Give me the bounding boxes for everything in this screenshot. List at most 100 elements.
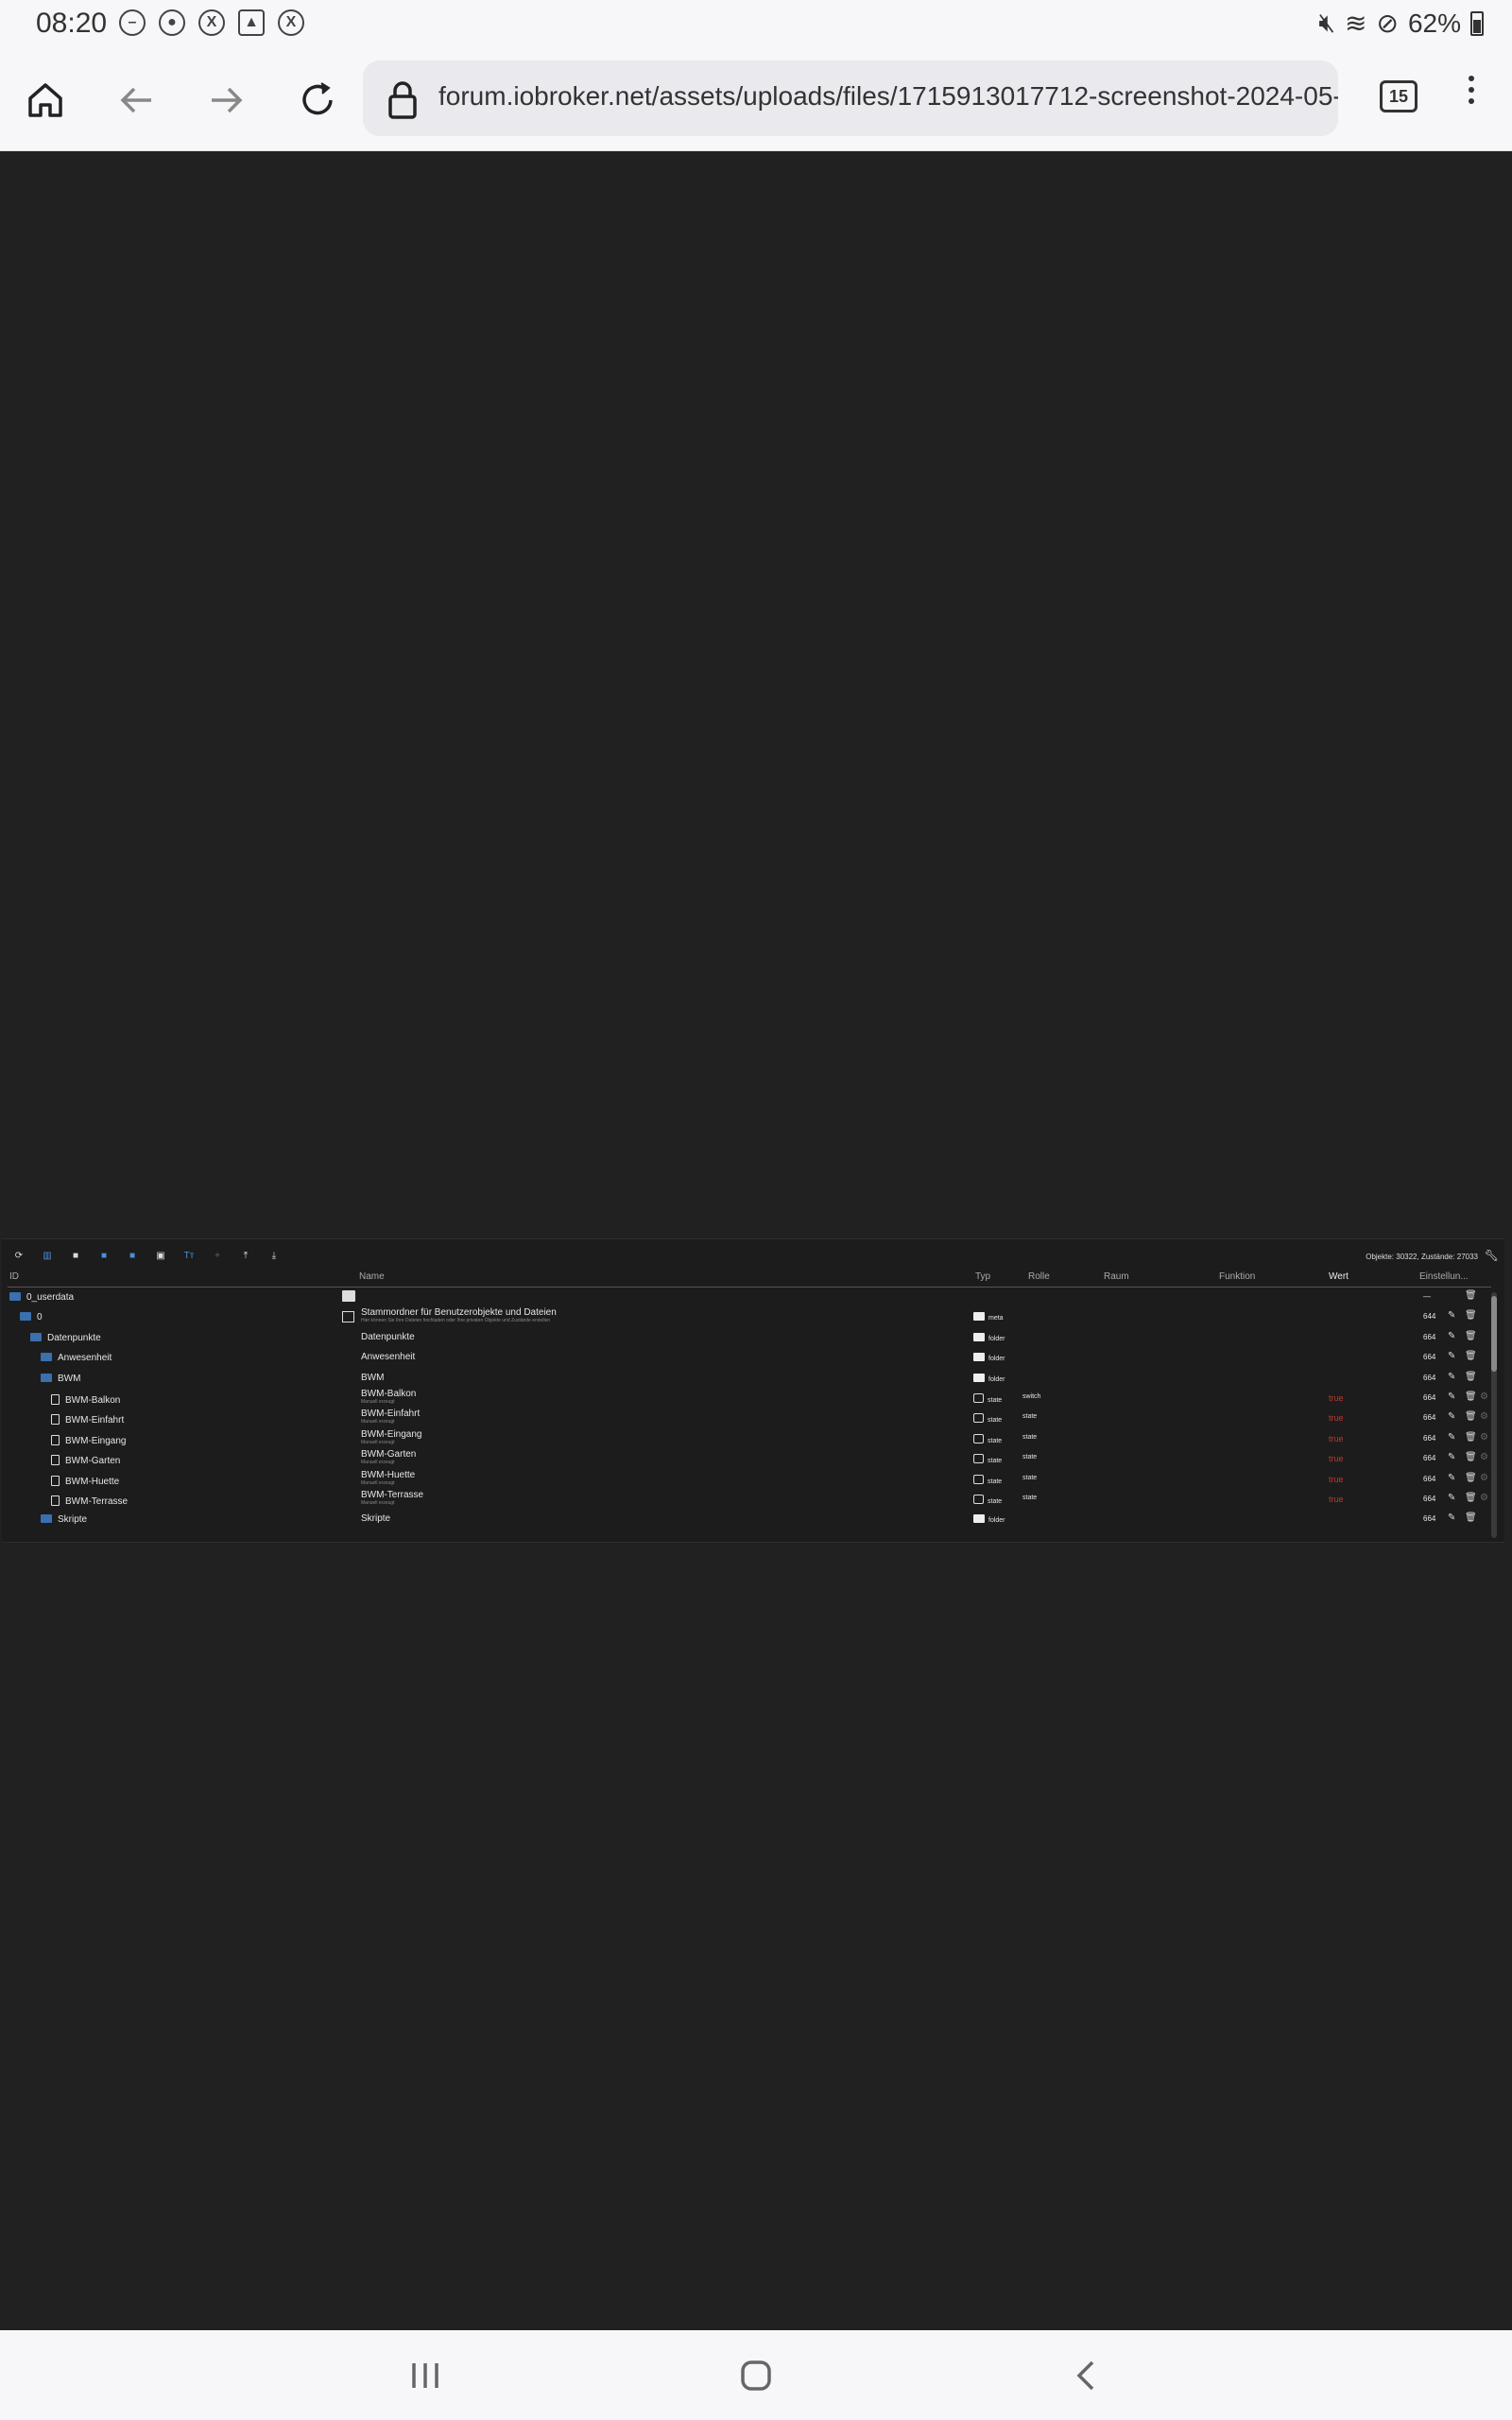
forward-button[interactable] [200,74,253,127]
row-id: 0_userdata [9,1291,74,1303]
folder-type-icon [973,1332,985,1341]
folder-icon [41,1353,52,1362]
mute-icon: 🔇︎ [1318,8,1336,37]
delete-icon[interactable]: 🗑︎ [1465,1512,1477,1523]
address-bar[interactable]: forum.iobroker.net/assets/uploads/files/… [363,60,1338,136]
gear-icon[interactable]: ⚙ [1480,1432,1488,1443]
row-type-label: folder [988,1356,1005,1363]
row-name: BWM-Eingang [361,1428,422,1440]
row-value[interactable]: true [1329,1454,1344,1463]
state-icon [973,1413,984,1424]
edit-icon[interactable]: ✎ [1448,1411,1455,1422]
folder-type-icon [973,1514,985,1524]
edit-icon[interactable]: ✎ [1448,1331,1455,1341]
overflow-menu-button[interactable] [1469,76,1478,110]
edit-icon[interactable]: ✎ [1448,1351,1455,1361]
chevron-left-icon [1076,2360,1094,2391]
delete-icon[interactable]: 🗑︎ [1465,1473,1477,1483]
home-button[interactable] [19,74,72,127]
col-settings: Einstellun... [1419,1271,1469,1282]
table-row[interactable]: BWM-Terrasse BWM-Terrasse Manuell erzeugt s… [2,1490,1504,1511]
home-nav-button[interactable] [728,2357,784,2394]
recents-button[interactable] [397,2357,454,2394]
iobroker-objects-screenshot: ⟳ ▥ ■ ■ ■ ▣ Tт + ⤒ ⤓ Objekte: 30322, Zus… [2,1238,1504,1543]
file-icon [51,1394,60,1405]
delete-icon[interactable]: 🗑︎ [1465,1432,1477,1443]
row-type-label: folder [988,1335,1005,1342]
delete-icon[interactable]: 🗑︎ [1465,1310,1477,1321]
edit-icon[interactable]: ✎ [1448,1493,1455,1503]
folder-icon [9,1292,21,1301]
image-viewer[interactable]: ⟳ ▥ ■ ■ ■ ▣ Tт + ⤒ ⤓ Objekte: 30322, Zus… [0,151,1512,2330]
row-value[interactable]: true [1329,1434,1344,1443]
delete-icon[interactable]: 🗑︎ [1465,1493,1477,1503]
row-permissions: 664 [1423,1433,1436,1443]
battery-level: 62% [1407,8,1461,38]
edit-icon[interactable]: ✎ [1448,1372,1455,1382]
row-type: folder [973,1513,1005,1524]
row-name: Stammordner für Benutzerobjekte und Date… [361,1307,557,1319]
row-type: folder [973,1352,1005,1362]
reload-button[interactable] [291,74,344,127]
row-permissions: 664 [1423,1332,1436,1341]
delete-icon[interactable]: 🗑︎ [1465,1411,1477,1422]
edit-icon[interactable]: ✎ [1448,1512,1455,1523]
table-row[interactable]: BWM BWM folder 664 ✎ 🗑︎ [2,1370,1504,1390]
dnd-icon: – [119,9,146,36]
row-id-label: 0_userdata [26,1292,75,1303]
edit-icon[interactable]: ✎ [1448,1392,1455,1402]
table-row[interactable]: Anwesenheit Anwesenheit folder 664 ✎ 🗑︎ [2,1349,1504,1369]
row-type: state [973,1412,1002,1424]
row-value[interactable]: true [1329,1475,1344,1484]
row-role: state [1022,1413,1038,1421]
table-row[interactable]: BWM-Balkon BWM-Balkon Manuell erzeugt state… [2,1389,1504,1409]
table-row[interactable]: BWM-Garten BWM-Garten Manuell erzeugt state… [2,1449,1504,1470]
file-icon [51,1414,60,1426]
delete-icon[interactable]: 🗑︎ [1465,1452,1477,1462]
row-type-label: state [988,1498,1003,1505]
row-id-label: BWM-Garten [65,1456,121,1467]
row-value[interactable]: true [1329,1495,1344,1504]
table-row[interactable]: 0_userdata — 🗑︎ [2,1288,1504,1308]
gear-icon[interactable]: ⚙ [1480,1473,1488,1483]
table-row[interactable]: BWM-Huette BWM-Huette Manuell erzeugt state… [2,1470,1504,1491]
add-icon: + [215,1250,220,1261]
delete-icon[interactable]: 🗑︎ [1465,1331,1477,1341]
folder-type-icon [973,1312,985,1322]
table-row[interactable]: Datenpunkte Datenpunkte folder 664 ✎ 🗑︎ [2,1329,1504,1349]
edit-icon[interactable]: ✎ [1448,1452,1455,1462]
table-row[interactable]: BWM-Einfahrt BWM-Einfahrt Manuell erzeugt s… [2,1409,1504,1429]
row-type: state [973,1494,1002,1505]
row-permissions: 664 [1423,1474,1436,1483]
gear-icon[interactable]: ⚙ [1480,1392,1488,1402]
delete-icon[interactable]: 🗑︎ [1465,1372,1477,1382]
download-icon: ⤓ [271,1250,277,1261]
gear-icon[interactable]: ⚙ [1480,1452,1488,1462]
edit-icon[interactable]: ✎ [1448,1473,1455,1483]
edit-icon[interactable]: ✎ [1448,1310,1455,1321]
row-value[interactable]: true [1329,1413,1344,1423]
row-description: Manuell erzeugt [361,1460,395,1466]
row-id: BWM-Garten [51,1453,120,1466]
row-id-label: BWM-Einfahrt [65,1415,125,1426]
file-icon [51,1495,60,1506]
tab-switcher-button[interactable]: 15 [1380,80,1418,112]
table-row[interactable]: BWM-Eingang BWM-Eingang Manuell erzeugt sta… [2,1428,1504,1450]
delete-icon[interactable]: 🗑︎ [1465,1351,1477,1361]
row-value[interactable]: true [1329,1393,1344,1403]
back-nav-button[interactable] [1058,2357,1115,2394]
image-icon [342,1290,355,1302]
gear-icon[interactable]: ⚙ [1480,1493,1488,1503]
gear-icon[interactable]: ⚙ [1480,1411,1488,1422]
row-permissions: — [1423,1292,1431,1301]
edit-icon[interactable]: ✎ [1448,1432,1455,1443]
back-button[interactable] [110,74,163,127]
delete-icon[interactable]: 🗑︎ [1465,1392,1477,1402]
delete-icon[interactable]: 🗑︎ [1465,1290,1477,1301]
table-row[interactable]: Skripte Skripte folder 664 ✎ 🗑︎ [2,1511,1504,1530]
table-row[interactable]: 0 Stammordner für Benutzerobjekte und Dat… [2,1307,1504,1328]
file-icon [51,1475,60,1486]
folder-icon [20,1312,31,1322]
state-icon [973,1474,984,1484]
col-value: Wert [1329,1271,1349,1282]
